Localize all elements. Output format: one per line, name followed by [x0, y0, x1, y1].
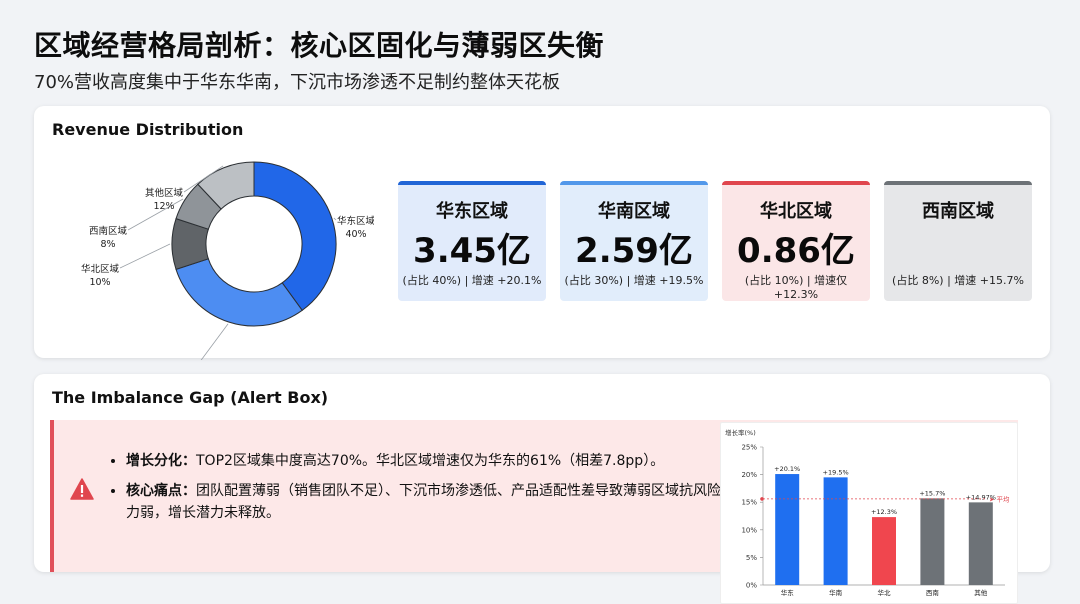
tile-accent-bar: [722, 181, 870, 185]
tile-name: 华东区域: [436, 201, 508, 222]
bar-华东: [775, 474, 800, 585]
x-tick-label: 华南: [829, 588, 843, 597]
donut-leader-line: [119, 243, 171, 269]
bar-data-label: +12.3%: [871, 508, 897, 516]
donut-label-pct: 8%: [100, 239, 115, 250]
donut-label-pct: 10%: [89, 277, 110, 288]
donut-slice-1: [175, 258, 303, 327]
bar-华北: [872, 517, 896, 585]
bar-华南: [823, 477, 848, 585]
donut-label-name: 西南区域: [89, 225, 128, 237]
tile-name: 华南区域: [598, 201, 670, 222]
donut-leader-line: [333, 217, 337, 221]
warning-icon: [70, 478, 94, 500]
x-tick-label: 华东: [781, 588, 795, 597]
y-tick-label: 5%: [746, 554, 757, 562]
tile-name: 西南区域: [922, 201, 994, 222]
bar-data-label: +20.1%: [774, 465, 800, 473]
alert-list: 增长分化：TOP2区域集中度高达70%。华北区域增速仅为华东的61%（相差7.8…: [106, 450, 736, 532]
average-label: ➤ 平均: [989, 494, 1010, 503]
y-tick-label: 25%: [741, 444, 757, 452]
y-tick-label: 0%: [746, 582, 757, 590]
average-marker: [760, 497, 764, 501]
region-tile-southwest: 西南区域 (占比 8%) | 增速 +15.7%: [884, 181, 1032, 301]
donut-label-pct: 40%: [345, 229, 366, 240]
bar-西南: [920, 498, 945, 585]
x-tick-label: 西南: [926, 588, 940, 597]
y-tick-label: 15%: [741, 499, 757, 507]
tile-name: 华北区域: [760, 201, 832, 222]
alert-item: 增长分化：TOP2区域集中度高达70%。华北区域增速仅为华东的61%（相差7.8…: [126, 450, 736, 472]
donut-label-name: 其他区域: [145, 187, 184, 199]
bar-其他: [968, 502, 993, 585]
donut-label-name: 华东区域: [337, 215, 374, 227]
bar-data-label: +15.7%: [919, 489, 945, 497]
alert-item: 核心痛点：团队配置薄弱（销售团队不足）、下沉市场渗透低、产品适配性差导致薄弱区域…: [126, 480, 736, 524]
revenue-card-title: Revenue Distribution: [52, 120, 244, 139]
donut-leader-line: [200, 323, 229, 360]
y-axis-label: 增长率(%): [725, 428, 756, 437]
alert-item-text: TOP2区域集中度高达70%。华北区域增速仅为华东的61%（相差7.8pp）。: [196, 453, 665, 469]
donut-slice-0: [253, 161, 337, 312]
tile-accent-bar: [398, 181, 546, 185]
x-tick-label: 华北: [878, 588, 892, 597]
tile-value: 3.45亿: [413, 231, 531, 271]
x-tick-label: 其他: [974, 588, 988, 597]
alert-item-label: 核心痛点：: [126, 483, 196, 499]
tile-accent-bar: [884, 181, 1032, 185]
bar-data-label: +19.5%: [823, 468, 849, 476]
imbalance-card: The Imbalance Gap (Alert Box) 增长分化：TOP2区…: [34, 374, 1050, 604]
page-title: 区域经营格局剖析：核心区固化与薄弱区失衡: [34, 29, 605, 62]
region-tile-north: 华北区域 0.86亿 (占比 10%) | 增速仅 +12.3%: [722, 181, 870, 301]
y-tick-label: 10%: [741, 526, 757, 534]
growth-rate-bar-chart: 增长率(%) 0% 5% 10% 15% 20% 25% +20.1% 华东 +19.5% 华南 +1…: [720, 422, 1018, 604]
tile-value: 2.59亿: [575, 231, 693, 271]
y-tick-label: 20%: [741, 471, 757, 479]
imbalance-card-title: The Imbalance Gap (Alert Box): [52, 388, 329, 407]
tile-value: 0.86亿: [737, 231, 855, 271]
region-tile-south: 华南区域 2.59亿 (占比 30%) | 增速 +19.5%: [560, 181, 708, 301]
region-tile-east: 华东区域 3.45亿 (占比 40%) | 增速 +20.1%: [398, 181, 546, 301]
alert-box: 增长分化：TOP2区域集中度高达70%。华北区域增速仅为华东的61%（相差7.8…: [50, 420, 1018, 604]
donut-label-pct: 12%: [153, 201, 174, 212]
tile-detail: (占比 30%) | 增速 +19.5%: [564, 274, 704, 287]
tile-detail: (占比 40%) | 增速 +20.1%: [402, 274, 542, 287]
page-subtitle: 70%营收高度集中于华东华南，下沉市场渗透不足制约整体天花板: [34, 72, 561, 93]
tile-detail: (占比 10%) | 增速仅 +12.3%: [744, 274, 848, 301]
alert-item-text: 团队配置薄弱（销售团队不足）、下沉市场渗透低、产品适配性差导致薄弱区域抗风险能力…: [126, 483, 735, 521]
tile-accent-bar: [560, 181, 708, 185]
revenue-donut-chart: 华东区域40%华南区域30%华北区域10%西南区域8%其他区域12%: [81, 161, 374, 360]
donut-label-name: 华北区域: [81, 263, 120, 275]
alert-item-label: 增长分化：: [126, 453, 196, 469]
revenue-card: Revenue Distribution 华东区域40%华南区域30%华北区域1…: [34, 106, 1050, 360]
tile-detail: (占比 8%) | 增速 +15.7%: [892, 274, 1024, 287]
